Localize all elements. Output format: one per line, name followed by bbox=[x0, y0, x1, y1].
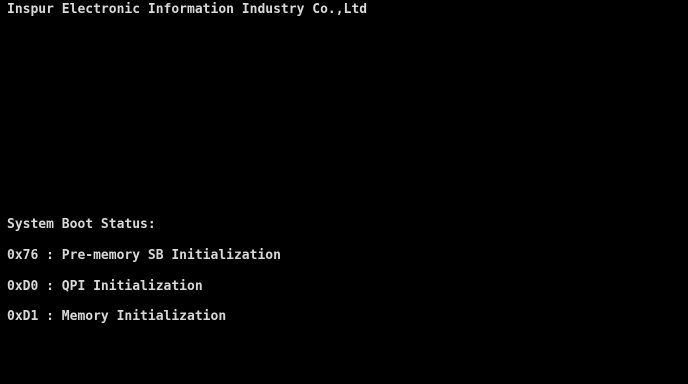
company-banner: Inspur Electronic Information Industry C… bbox=[7, 2, 368, 17]
boot-status-line-memory: 0xD1 : Memory Initialization bbox=[7, 309, 227, 324]
post-screen: Inspur Electronic Information Industry C… bbox=[0, 0, 688, 384]
boot-status-line-pre-memory: 0x76 : Pre-memory SB Initialization bbox=[7, 248, 281, 263]
boot-status-line-qpi: 0xD0 : QPI Initialization bbox=[7, 279, 203, 294]
boot-status-heading: System Boot Status: bbox=[7, 217, 156, 232]
